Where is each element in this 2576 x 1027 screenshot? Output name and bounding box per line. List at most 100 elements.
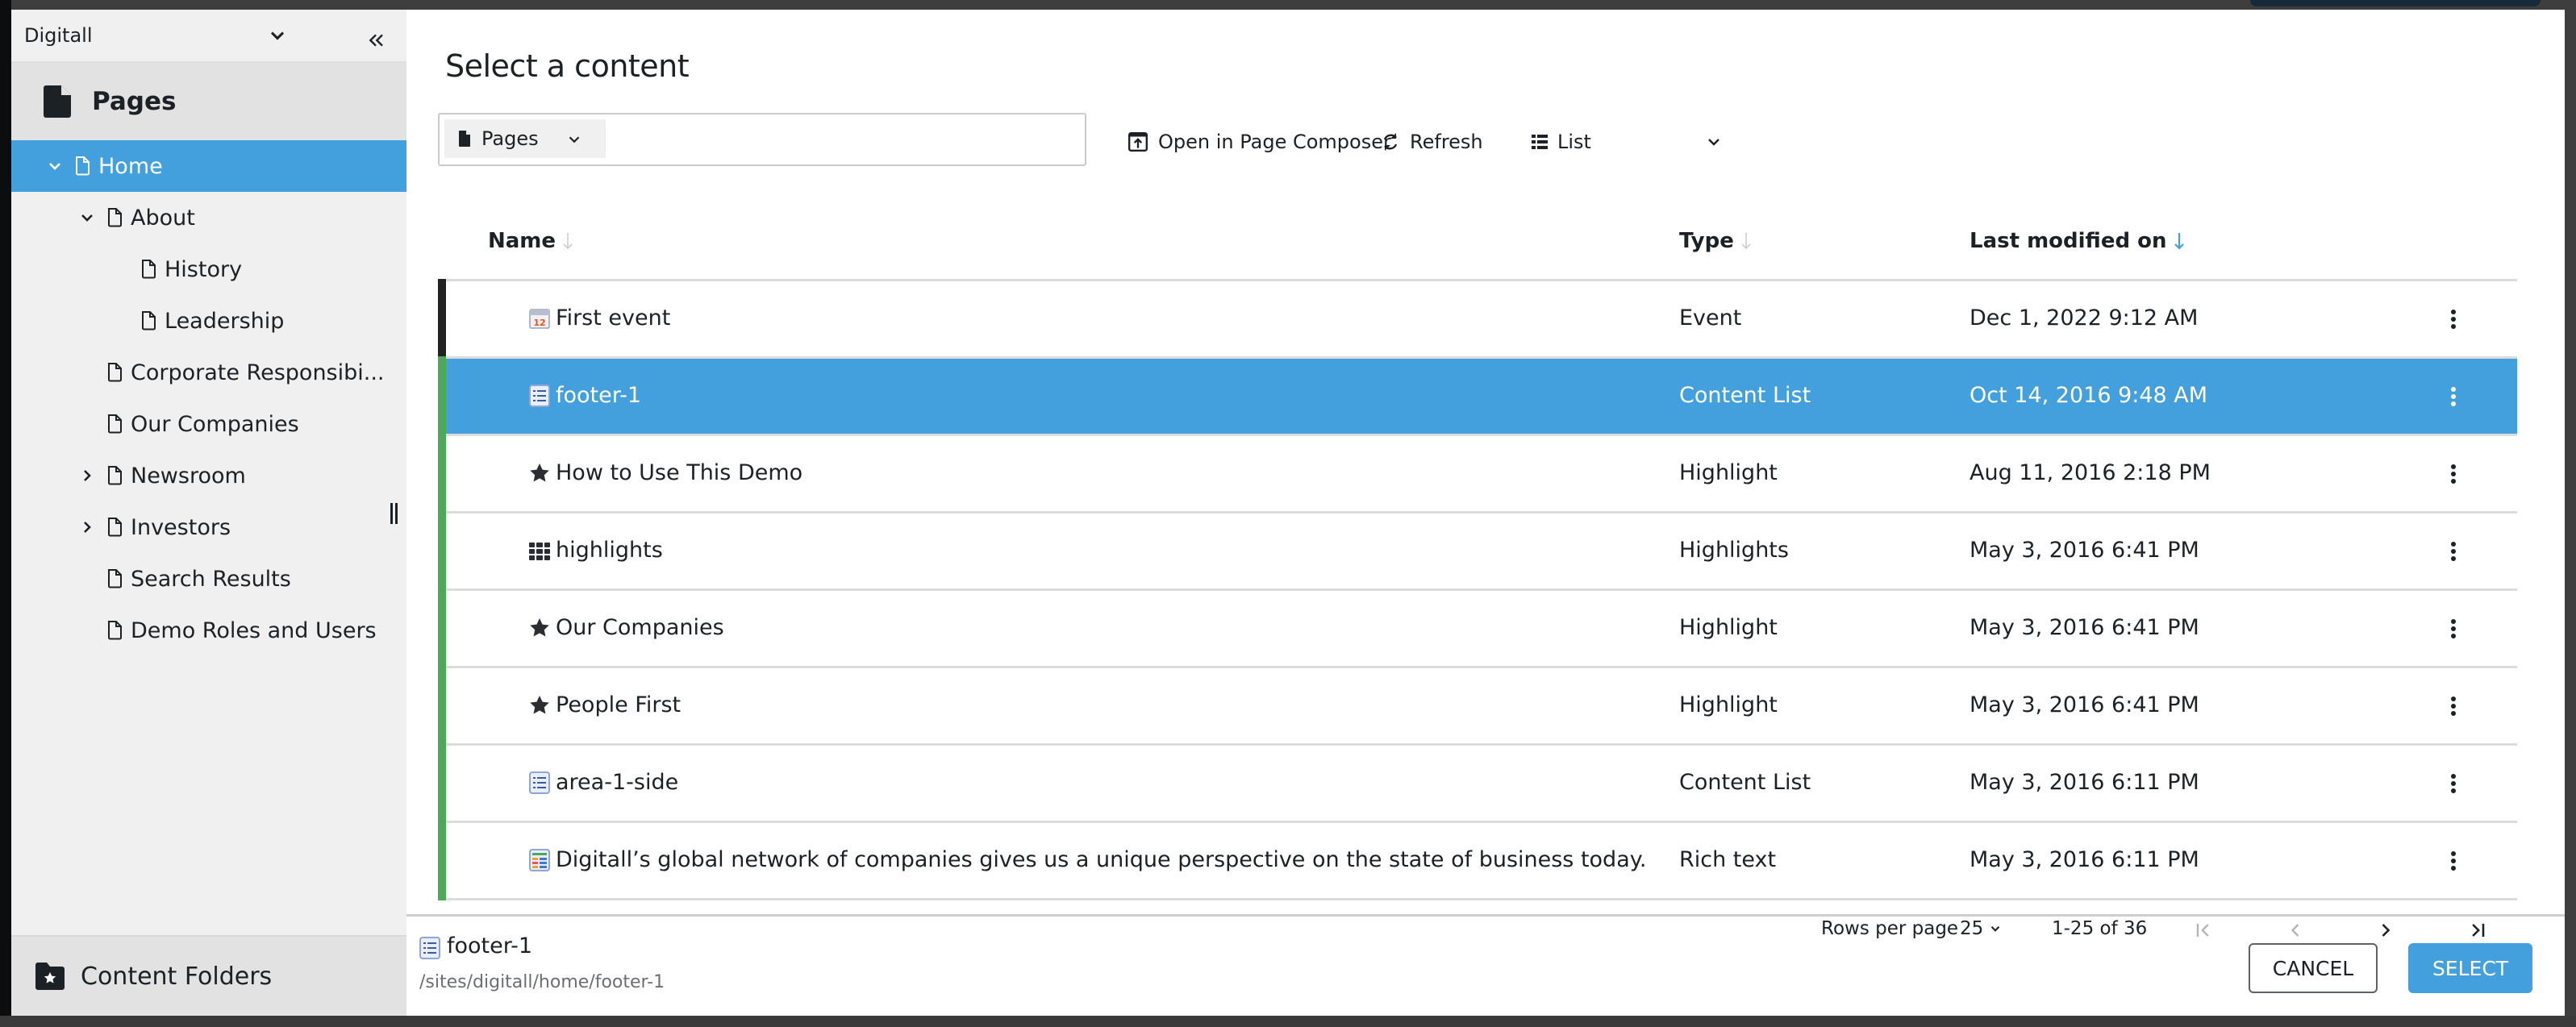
chevron-right-icon[interactable] bbox=[77, 466, 97, 485]
table-row[interactable]: area-1-side Content List May 3, 2016 6:11 … bbox=[438, 743, 2517, 823]
rows-per-page-label: Rows per page bbox=[1821, 918, 1959, 939]
list-view-icon bbox=[1532, 135, 1548, 149]
more-actions-icon[interactable] bbox=[2449, 385, 2457, 409]
rows-per-page-select[interactable]: 25 bbox=[1960, 918, 2003, 939]
column-header-name[interactable]: Name bbox=[488, 229, 573, 253]
content-table: Name Type Last modified on 12 First event… bbox=[438, 202, 2517, 900]
select-content-dialog: Digitall Pages Home About History Leadershi… bbox=[11, 10, 2565, 1016]
view-mode-select[interactable]: List bbox=[1532, 131, 1733, 153]
table-row[interactable]: highlights Highlights May 3, 2016 6:41 PM bbox=[438, 511, 2517, 591]
table-row[interactable]: Digitall’s global network of companies g… bbox=[438, 821, 2517, 900]
cell-last-modified: May 3, 2016 6:11 PM bbox=[1970, 770, 2199, 795]
pagination-range: 1-25 of 36 bbox=[2052, 918, 2148, 939]
file-icon bbox=[76, 156, 90, 176]
site-selector[interactable]: Digitall bbox=[11, 10, 406, 63]
refresh-button[interactable]: Refresh bbox=[1381, 131, 1483, 153]
cell-type: Highlight bbox=[1679, 460, 1778, 485]
cell-type: Highlight bbox=[1679, 615, 1778, 640]
chevron-right-icon[interactable] bbox=[77, 518, 97, 537]
more-actions-icon[interactable] bbox=[2449, 539, 2457, 563]
chevron-down-icon bbox=[270, 31, 285, 40]
tree-item[interactable]: Search Results bbox=[11, 553, 406, 605]
table-row[interactable]: Our Companies Highlight May 3, 2016 6:41 P… bbox=[438, 588, 2517, 668]
list-icon bbox=[419, 937, 440, 959]
double-chevron-left-icon[interactable] bbox=[363, 27, 389, 53]
more-actions-icon[interactable] bbox=[2449, 307, 2457, 331]
chevron-down-icon[interactable] bbox=[45, 156, 65, 176]
pages-section-header[interactable]: Pages bbox=[11, 63, 406, 140]
tree-item[interactable]: Investors bbox=[11, 501, 406, 553]
more-actions-icon[interactable] bbox=[2449, 849, 2457, 873]
star-icon bbox=[530, 618, 549, 637]
last-page-icon[interactable] bbox=[2466, 919, 2489, 942]
chevron-down-icon bbox=[1708, 139, 1719, 146]
column-name-label: Name bbox=[488, 229, 556, 253]
table-row[interactable]: footer-1 Content List Oct 14, 2016 9:48 AM bbox=[438, 356, 2517, 436]
file-icon bbox=[108, 466, 122, 485]
background-top bbox=[0, 0, 2576, 10]
tree-item[interactable]: Home bbox=[11, 140, 406, 192]
view-mode-label: List bbox=[1557, 131, 1591, 153]
status-indicator bbox=[438, 511, 446, 591]
footer-divider bbox=[406, 914, 2565, 917]
select-button[interactable]: SELECT bbox=[2408, 943, 2532, 993]
selected-item-path: /sites/digitall/home/footer-1 bbox=[419, 972, 665, 992]
more-actions-icon[interactable] bbox=[2449, 462, 2457, 486]
file-icon bbox=[142, 260, 156, 279]
selected-item-name: footer-1 bbox=[447, 933, 533, 958]
tree-item[interactable]: Leadership bbox=[11, 295, 406, 347]
chevron-down-icon[interactable] bbox=[77, 208, 97, 227]
pages-section-title: Pages bbox=[92, 87, 177, 116]
more-actions-icon[interactable] bbox=[2449, 694, 2457, 718]
tree-item-label: Newsroom bbox=[131, 463, 246, 489]
cell-last-modified: May 3, 2016 6:41 PM bbox=[1970, 692, 2199, 717]
status-indicator bbox=[438, 356, 446, 436]
content-tree-panel: Digitall Pages Home About History Leadershi… bbox=[11, 10, 406, 1016]
tree-item[interactable]: Demo Roles and Users bbox=[11, 605, 406, 656]
tree-item[interactable]: Newsroom bbox=[11, 450, 406, 501]
content-folders-section[interactable]: Content Folders bbox=[11, 935, 406, 1016]
more-actions-icon[interactable] bbox=[2449, 617, 2457, 641]
background-bottom bbox=[0, 1016, 2576, 1027]
cell-type: Event bbox=[1679, 306, 1742, 331]
file-icon bbox=[108, 518, 122, 537]
cell-name: How to Use This Demo bbox=[556, 460, 803, 485]
column-header-last-modified[interactable]: Last modified on bbox=[1970, 229, 2185, 253]
next-page-icon[interactable] bbox=[2374, 919, 2397, 942]
resize-handle-icon[interactable] bbox=[389, 501, 400, 527]
table-row[interactable]: 12 First event Event Dec 1, 2022 9:12 AM bbox=[438, 279, 2517, 359]
tree-item-label: Investors bbox=[131, 514, 231, 540]
content-picker-main: Select a content Pages Open in Page Comp… bbox=[406, 10, 2565, 1016]
cell-name: Our Companies bbox=[556, 615, 724, 640]
cell-name: Digitall’s global network of companies g… bbox=[556, 847, 1653, 872]
tree-item-label: Demo Roles and Users bbox=[131, 617, 377, 643]
tree-item[interactable]: Corporate Responsibi... bbox=[11, 347, 406, 398]
tree-item[interactable]: History bbox=[11, 243, 406, 295]
refresh-label: Refresh bbox=[1410, 131, 1483, 153]
refresh-icon bbox=[1383, 133, 1398, 151]
file-icon bbox=[108, 414, 122, 434]
calendar-icon: 12 bbox=[529, 309, 550, 329]
cell-name: area-1-side bbox=[556, 770, 679, 795]
tree-item[interactable]: Our Companies bbox=[11, 398, 406, 450]
list-icon bbox=[529, 385, 550, 407]
sort-arrow-icon bbox=[563, 233, 573, 250]
status-indicator bbox=[438, 743, 446, 823]
file-icon bbox=[44, 85, 71, 118]
table-row[interactable]: People First Highlight May 3, 2016 6:41 PM bbox=[438, 666, 2517, 746]
status-indicator bbox=[438, 821, 446, 900]
cell-last-modified: Oct 14, 2016 9:48 AM bbox=[1970, 383, 2208, 408]
open-in-page-composer-button[interactable]: Open in Page Composer bbox=[1128, 131, 1391, 153]
table-row[interactable]: How to Use This Demo Highlight Aug 11, 201… bbox=[438, 434, 2517, 514]
tree-item-label: History bbox=[165, 256, 243, 282]
column-header-type[interactable]: Type bbox=[1679, 229, 1752, 253]
first-page-icon[interactable] bbox=[2192, 919, 2215, 942]
previous-page-icon[interactable] bbox=[2284, 919, 2307, 942]
tree-item[interactable]: About bbox=[11, 192, 406, 243]
more-actions-icon[interactable] bbox=[2449, 771, 2457, 796]
page-tree: Home About History Leadership Corporate Resp… bbox=[11, 140, 406, 656]
cell-last-modified: Aug 11, 2016 2:18 PM bbox=[1970, 460, 2211, 485]
cell-last-modified: May 3, 2016 6:11 PM bbox=[1970, 847, 2199, 872]
background-toolbar-fragment bbox=[2250, 0, 2541, 6]
cancel-button[interactable]: CANCEL bbox=[2249, 943, 2378, 993]
